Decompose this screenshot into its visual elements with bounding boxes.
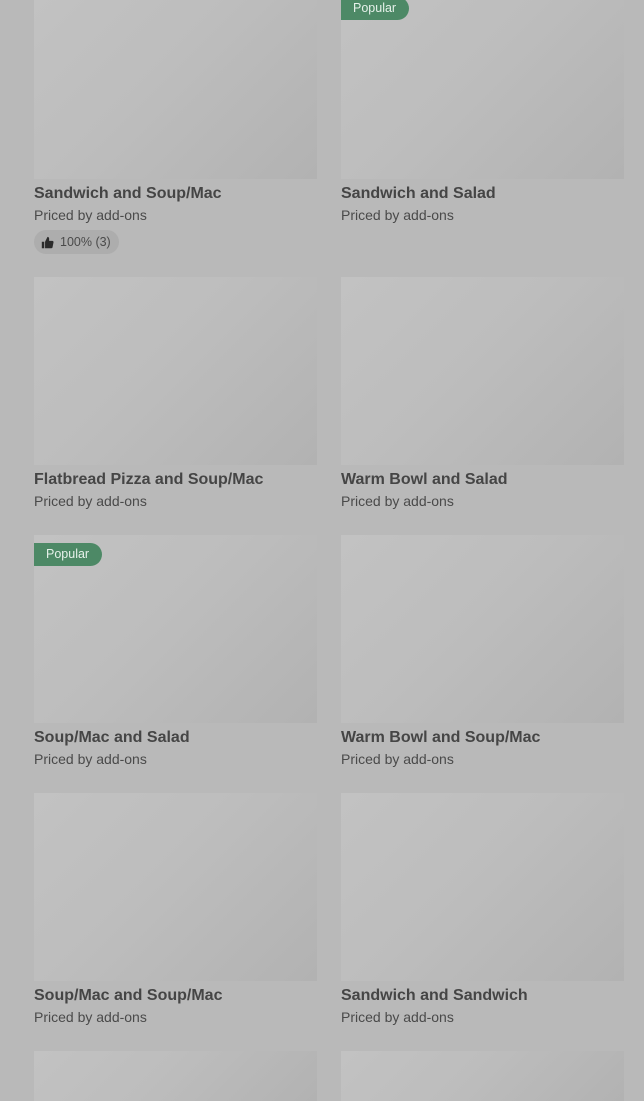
menu-item-title[interactable]: Sandwich and Soup/Mac bbox=[34, 183, 317, 205]
menu-item-image[interactable] bbox=[341, 793, 624, 981]
popular-badge: Popular bbox=[341, 0, 410, 20]
rating-badge: 100% (3) bbox=[34, 230, 119, 254]
menu-item-title[interactable]: Sandwich and Salad bbox=[341, 183, 624, 205]
menu-item-card[interactable] bbox=[34, 1051, 317, 1101]
menu-item-image[interactable] bbox=[34, 793, 317, 981]
menu-item-image[interactable] bbox=[34, 0, 317, 179]
menu-item-title[interactable]: Warm Bowl and Salad bbox=[341, 469, 624, 491]
menu-item-price: Priced by add-ons bbox=[341, 1009, 454, 1025]
menu-item-price: Priced by add-ons bbox=[34, 751, 147, 767]
menu-item-card[interactable]: Popular Soup/Mac and Salad Priced by add… bbox=[34, 535, 317, 769]
menu-item-price: Priced by add-ons bbox=[341, 751, 454, 767]
menu-item-image[interactable] bbox=[34, 1051, 317, 1101]
menu-item-title[interactable]: Soup/Mac and Salad bbox=[34, 727, 317, 749]
menu-item-image[interactable] bbox=[34, 277, 317, 465]
menu-item-card[interactable]: Soup/Mac and Soup/Mac Priced by add-ons bbox=[34, 793, 317, 1027]
menu-item-image[interactable] bbox=[341, 1051, 624, 1101]
menu-item-card[interactable]: Flatbread Pizza and Soup/Mac Priced by a… bbox=[34, 277, 317, 511]
menu-item-card[interactable]: Sandwich and Soup/Mac Priced by add-ons … bbox=[34, 0, 317, 254]
menu-item-image[interactable] bbox=[341, 535, 624, 723]
menu-item-image[interactable]: Popular bbox=[341, 0, 624, 179]
menu-page: { "items": [ {"title": "Sandwich and Sou… bbox=[0, 0, 644, 1101]
menu-item-card[interactable]: Warm Bowl and Salad Priced by add-ons bbox=[341, 277, 624, 511]
popular-badge: Popular bbox=[34, 543, 103, 566]
menu-item-image[interactable] bbox=[341, 277, 624, 465]
menu-item-price: Priced by add-ons bbox=[34, 493, 147, 509]
menu-item-card[interactable]: Popular Sandwich and Salad Priced by add… bbox=[341, 0, 624, 225]
menu-item-title[interactable]: Flatbread Pizza and Soup/Mac bbox=[34, 469, 317, 491]
menu-item-title[interactable]: Sandwich and Sandwich bbox=[341, 985, 624, 1007]
rating-text: 100% (3) bbox=[60, 235, 111, 249]
menu-item-image[interactable]: Popular bbox=[34, 535, 317, 723]
menu-item-title[interactable]: Warm Bowl and Soup/Mac bbox=[341, 727, 624, 749]
menu-item-title[interactable]: Soup/Mac and Soup/Mac bbox=[34, 985, 317, 1007]
menu-item-price: Priced by add-ons bbox=[341, 493, 454, 509]
menu-item-price: Priced by add-ons bbox=[34, 1009, 147, 1025]
menu-item-card[interactable]: Warm Bowl and Soup/Mac Priced by add-ons bbox=[341, 535, 624, 769]
menu-item-price: Priced by add-ons bbox=[341, 207, 454, 223]
menu-item-price: Priced by add-ons bbox=[34, 207, 147, 223]
menu-item-card[interactable] bbox=[341, 1051, 624, 1101]
thumbs-up-icon bbox=[41, 236, 54, 248]
menu-item-card[interactable]: Sandwich and Sandwich Priced by add-ons bbox=[341, 793, 624, 1027]
